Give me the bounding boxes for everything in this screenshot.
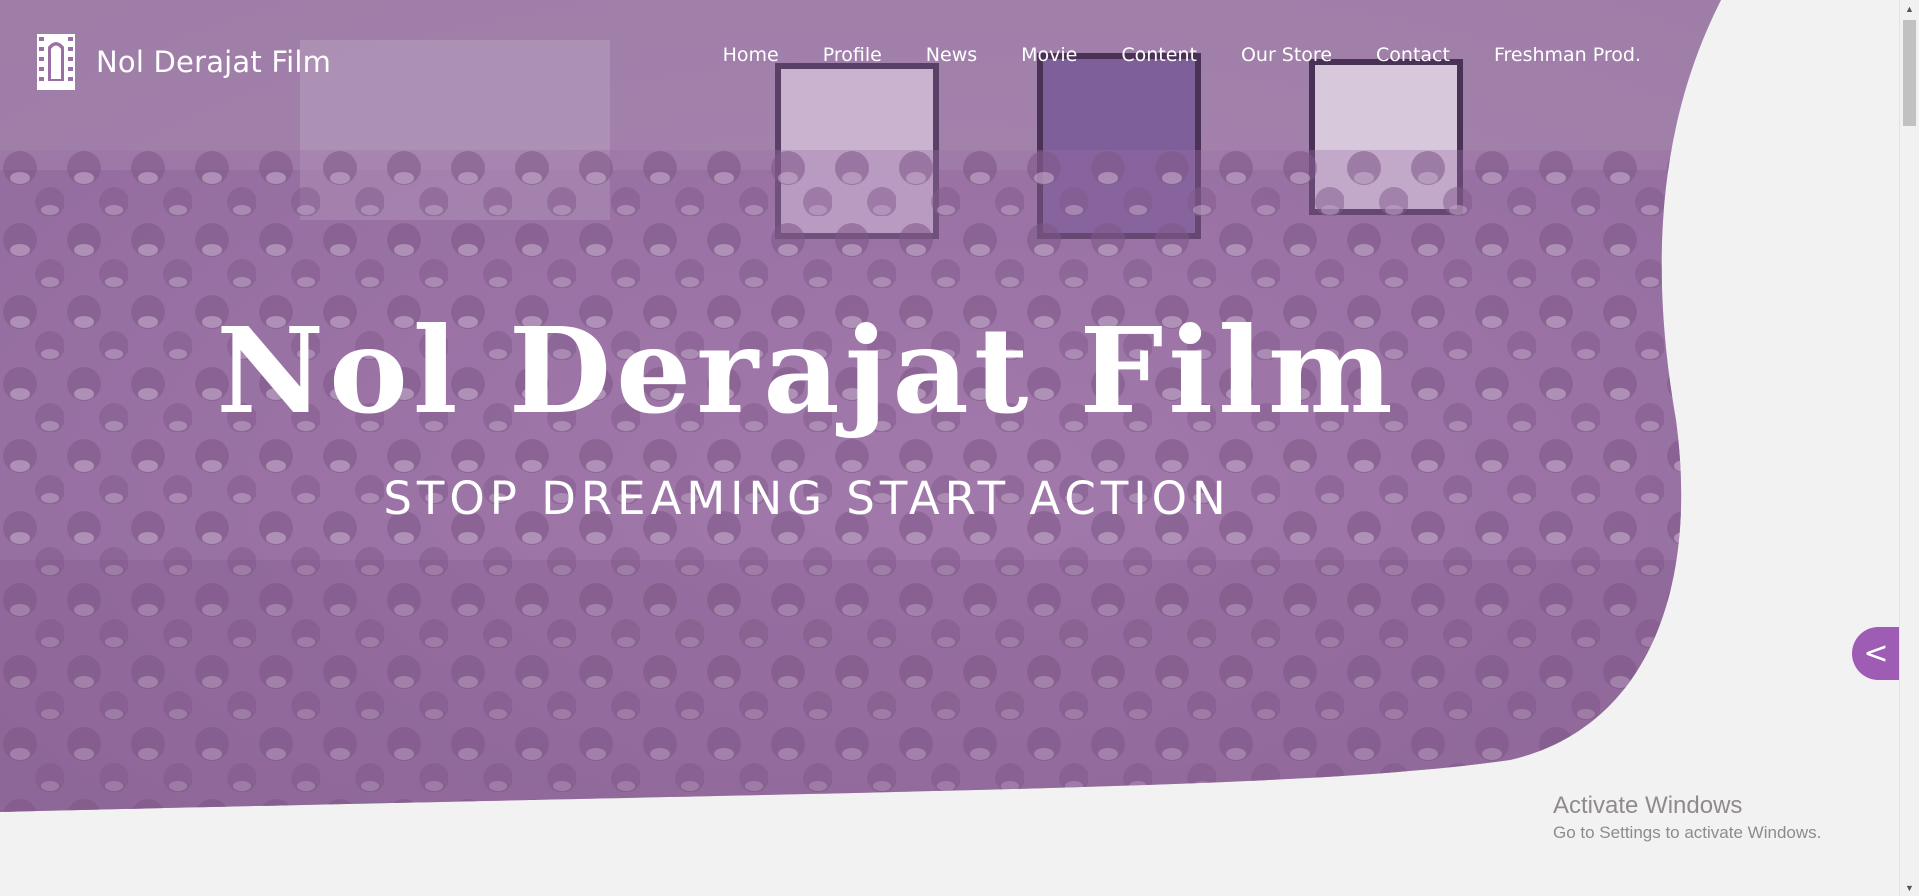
group-photo bbox=[0, 0, 1721, 812]
nav-item-news[interactable]: News bbox=[926, 44, 977, 66]
nav-item-content[interactable]: Content bbox=[1121, 44, 1197, 66]
watermark-subtitle: Go to Settings to activate Windows. bbox=[1553, 823, 1822, 842]
side-panel-toggle-button[interactable]: < bbox=[1852, 627, 1900, 680]
brand[interactable]: Nol Derajat Film bbox=[36, 32, 331, 92]
watermark-title: Activate Windows bbox=[1553, 792, 1743, 819]
page: Nol Derajat Film Home Profile News Movie… bbox=[0, 0, 1919, 896]
nav-item-profile[interactable]: Profile bbox=[823, 44, 882, 66]
hero-tagline: STOP DREAMING START ACTION bbox=[383, 472, 1231, 525]
chevron-down-icon[interactable]: ▼ bbox=[1900, 879, 1919, 896]
chevron-left-icon: < bbox=[1863, 636, 1889, 671]
hero-section bbox=[0, 0, 1900, 896]
nav-item-contact[interactable]: Contact bbox=[1376, 44, 1450, 66]
windows-activation-watermark: Activate Windows Go to Settings to activ… bbox=[1553, 791, 1821, 843]
nav-item-our-store[interactable]: Our Store bbox=[1241, 44, 1332, 66]
nav-item-home[interactable]: Home bbox=[723, 44, 779, 66]
hero-background bbox=[0, 0, 1721, 812]
chevron-up-icon[interactable]: ▲ bbox=[1900, 0, 1919, 17]
film-strip-logo-icon bbox=[37, 34, 75, 90]
scrollbar-thumb[interactable] bbox=[1903, 20, 1916, 126]
brand-name: Nol Derajat Film bbox=[96, 45, 332, 79]
main-nav: Home Profile News Movie Content Our Stor… bbox=[723, 44, 1641, 66]
hero-title: Nol Derajat Film bbox=[216, 301, 1398, 440]
nav-item-movie[interactable]: Movie bbox=[1021, 44, 1077, 66]
vertical-scrollbar[interactable]: ▲ ▼ bbox=[1899, 0, 1919, 896]
nav-item-freshman-prod[interactable]: Freshman Prod. bbox=[1494, 44, 1641, 66]
